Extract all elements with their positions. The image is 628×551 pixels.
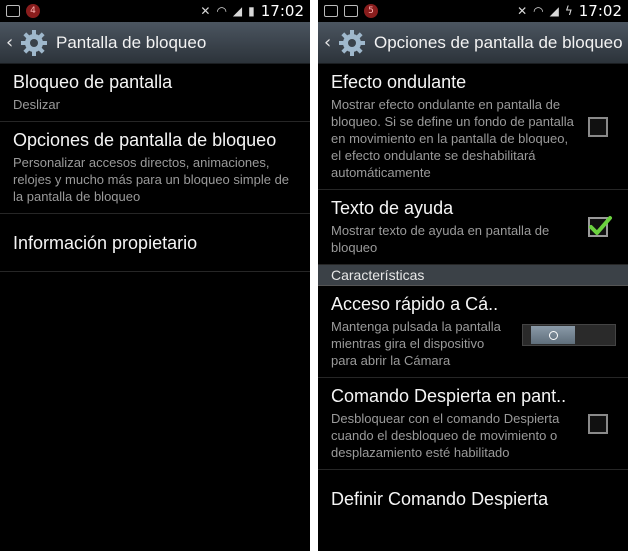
list-item-opciones-pantalla[interactable]: Opciones de pantalla de bloqueo Personal… — [0, 122, 310, 214]
list-item-definir-comando[interactable]: Definir Comando Despierta — [318, 470, 628, 518]
status-bar: 5 ✕ ◠ ◢ ϟ 17:02 — [318, 0, 628, 22]
signal-icon: ◢ — [549, 4, 559, 18]
settings-list: Efecto ondulante Mostrar efecto ondulant… — [318, 64, 628, 518]
item-subtitle: Mantenga pulsada la pantalla mientras gi… — [331, 319, 501, 368]
efecto-ondulante-checkbox[interactable] — [588, 116, 608, 137]
status-bar: 4 ✕ ◠ ◢ ▮ 17:02 — [0, 0, 310, 22]
list-item-acceso-rapido-camara[interactable]: Acceso rápido a Cá.. Mantenga pulsada la… — [318, 286, 628, 378]
texto-ayuda-checkbox[interactable] — [588, 216, 612, 237]
clock: 17:02 — [260, 2, 304, 20]
item-title: Acceso rápido a Cá.. — [331, 294, 499, 314]
page-title: Opciones de pantalla de bloqueo — [374, 32, 623, 52]
page-title: Pantalla de bloqueo — [56, 32, 207, 52]
gear-icon — [21, 29, 47, 56]
notification-badge: 4 — [26, 4, 40, 18]
item-title: Texto de ayuda — [331, 198, 454, 218]
switch-thumb[interactable] — [531, 326, 575, 344]
list-item-informacion-propietario[interactable]: Información propietario — [0, 214, 310, 272]
item-subtitle: Mostrar texto de ayuda en pantalla de bl… — [331, 223, 550, 255]
item-title: Efecto ondulante — [331, 72, 467, 92]
action-bar[interactable]: ‹ Pantalla de bloqueo — [0, 22, 310, 64]
left-screen: 4 ✕ ◠ ◢ ▮ 17:02 ‹ Pantalla de bloqueo Bl… — [0, 0, 310, 551]
clock: 17:02 — [578, 2, 622, 20]
wifi-icon: ◠ — [533, 4, 544, 18]
sim-icon — [6, 5, 20, 17]
list-item-efecto-ondulante[interactable]: Efecto ondulante Mostrar efecto ondulant… — [318, 64, 628, 190]
image-icon — [344, 5, 358, 17]
mute-icon: ✕ — [517, 4, 528, 18]
settings-list: Bloqueo de pantalla Deslizar Opciones de… — [0, 64, 310, 272]
battery-icon: ▮ — [248, 4, 255, 18]
gear-icon — [339, 29, 365, 56]
wifi-icon: ◠ — [216, 4, 227, 18]
action-bar[interactable]: ‹ Opciones de pantalla de bloqueo — [318, 22, 628, 64]
list-item-comando-despierta[interactable]: Comando Despierta en pant.. Desbloquear … — [318, 378, 628, 470]
right-screen: 5 ✕ ◠ ◢ ϟ 17:02 ‹ Opciones de pantalla d… — [318, 0, 628, 551]
switch-off-icon — [548, 330, 558, 340]
item-title: Opciones de pantalla de bloqueo — [13, 130, 277, 150]
item-title: Definir Comando Despierta — [331, 489, 549, 509]
comando-despierta-checkbox[interactable] — [588, 413, 608, 434]
section-header-caracteristicas: Características — [318, 265, 628, 286]
item-title: Comando Despierta en pant.. — [331, 386, 567, 406]
sim-icon — [324, 5, 338, 17]
list-item-bloqueo-pantalla[interactable]: Bloqueo de pantalla Deslizar — [0, 64, 310, 122]
checkmark-icon — [589, 216, 612, 235]
item-subtitle: Mostrar efecto ondulante en pantalla de … — [331, 97, 574, 180]
mute-icon: ✕ — [200, 4, 211, 18]
item-subtitle: Deslizar — [13, 97, 60, 112]
item-title: Bloqueo de pantalla — [13, 72, 173, 92]
acceso-rapido-switch[interactable] — [522, 324, 616, 346]
item-subtitle: Personalizar accesos directos, animacion… — [13, 155, 290, 204]
back-chevron-icon[interactable]: ‹ — [324, 32, 334, 53]
notification-badge: 5 — [364, 4, 378, 18]
back-chevron-icon[interactable]: ‹ — [6, 32, 16, 53]
item-title: Información propietario — [13, 233, 198, 253]
signal-icon: ◢ — [232, 4, 243, 18]
item-subtitle: Desbloquear con el comando Despierta cua… — [331, 411, 560, 460]
list-item-texto-ayuda[interactable]: Texto de ayuda Mostrar texto de ayuda en… — [318, 190, 628, 265]
charging-battery-icon: ϟ — [564, 4, 573, 18]
